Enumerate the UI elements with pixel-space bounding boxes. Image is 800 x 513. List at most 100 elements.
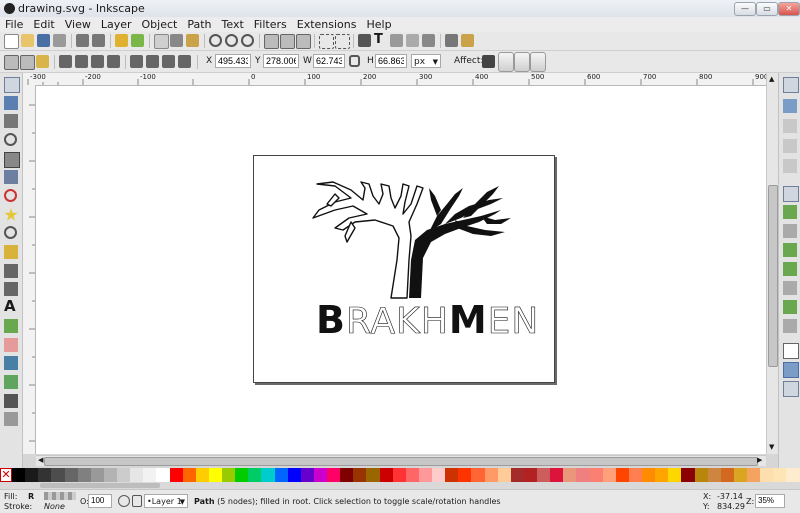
palette-scroll-thumb[interactable]	[40, 483, 160, 488]
paste-icon[interactable]	[186, 34, 199, 47]
color-swatch[interactable]	[720, 468, 734, 482]
fill-indicator[interactable]: R	[28, 492, 34, 502]
color-swatch[interactable]	[628, 468, 642, 482]
color-swatch[interactable]	[550, 468, 564, 482]
snap-cusp-nodes-icon[interactable]	[783, 243, 797, 257]
select-all-icon[interactable]	[4, 55, 19, 70]
color-swatch[interactable]	[222, 468, 236, 482]
color-swatch[interactable]	[143, 468, 157, 482]
scroll-right-icon[interactable]: ▶	[757, 456, 762, 464]
color-swatch[interactable]	[25, 468, 39, 482]
color-swatch[interactable]	[195, 468, 209, 482]
fill-swatch-preview[interactable]	[44, 492, 76, 500]
ellipse-tool-icon[interactable]	[4, 189, 17, 202]
import-icon[interactable]	[76, 34, 89, 47]
deselect-icon[interactable]	[36, 55, 49, 68]
snap-paths-icon[interactable]	[783, 205, 797, 219]
connector-tool-icon[interactable]	[4, 412, 18, 426]
color-swatch[interactable]	[117, 468, 131, 482]
color-swatch[interactable]	[12, 468, 26, 482]
x-field[interactable]	[215, 54, 251, 68]
lock-icon[interactable]	[349, 55, 360, 67]
color-swatch[interactable]	[392, 468, 406, 482]
unit-select[interactable]: px ▼	[411, 54, 441, 68]
color-swatch[interactable]	[642, 468, 656, 482]
text-tool-icon[interactable]: A	[4, 299, 18, 314]
tweak-tool-icon[interactable]	[4, 114, 18, 128]
color-swatch[interactable]	[537, 468, 551, 482]
color-swatch[interactable]	[615, 468, 629, 482]
pen-tool-icon[interactable]	[4, 264, 18, 278]
color-swatch[interactable]	[523, 468, 537, 482]
color-swatch[interactable]	[707, 468, 721, 482]
color-swatch[interactable]	[786, 468, 800, 482]
color-swatch[interactable]	[510, 468, 524, 482]
snap-bbox-icon[interactable]	[783, 99, 797, 113]
pencil-tool-icon[interactable]	[4, 245, 18, 259]
paint-bucket-tool-icon[interactable]	[4, 356, 18, 370]
document-properties-icon[interactable]	[461, 34, 474, 47]
color-swatch[interactable]	[51, 468, 65, 482]
star-tool-icon[interactable]	[4, 208, 18, 221]
layer-lock-icon[interactable]	[132, 495, 142, 507]
zoom-selection-icon[interactable]	[209, 34, 222, 47]
redo-icon[interactable]	[131, 34, 144, 47]
open-folder-icon[interactable]	[21, 34, 34, 47]
move-gradients-button[interactable]	[514, 52, 530, 72]
eye-visibility-icon[interactable]	[118, 495, 130, 507]
xml-editor-icon[interactable]	[406, 34, 419, 47]
color-swatch[interactable]	[760, 468, 774, 482]
color-swatch[interactable]	[418, 468, 432, 482]
snap-bbox-corners-icon[interactable]	[783, 139, 797, 153]
color-swatch[interactable]	[366, 468, 380, 482]
menu-file[interactable]: File	[0, 17, 28, 32]
color-swatch[interactable]	[274, 468, 288, 482]
color-swatch[interactable]	[589, 468, 603, 482]
ungroup-icon[interactable]	[335, 34, 350, 49]
color-swatch[interactable]	[169, 468, 183, 482]
color-swatch[interactable]	[445, 468, 459, 482]
preferences-icon[interactable]	[445, 34, 458, 47]
raise-to-top-icon[interactable]	[130, 55, 143, 68]
color-swatch[interactable]	[77, 468, 91, 482]
zoom-tool-icon[interactable]	[4, 133, 17, 146]
menu-view[interactable]: View	[60, 17, 96, 32]
scroll-up-icon[interactable]: ▲	[769, 75, 774, 83]
dropper-tool-icon[interactable]	[4, 394, 18, 408]
lower-icon[interactable]	[162, 55, 175, 68]
maximize-button[interactable]: ▭	[756, 2, 778, 16]
color-swatch[interactable]	[655, 468, 669, 482]
unlink-clone-icon[interactable]	[296, 34, 311, 49]
color-swatch[interactable]	[497, 468, 511, 482]
move-patterns-button[interactable]	[530, 52, 546, 72]
opacity-field[interactable]	[88, 494, 112, 508]
color-swatch[interactable]	[668, 468, 682, 482]
close-button[interactable]: ✕	[778, 2, 800, 16]
rotate-ccw-icon[interactable]	[59, 55, 72, 68]
save-icon[interactable]	[37, 34, 50, 47]
color-swatch[interactable]	[563, 468, 577, 482]
snap-centers-icon[interactable]	[783, 300, 797, 314]
layers-icon[interactable]	[390, 34, 403, 47]
lower-to-bottom-icon[interactable]	[178, 55, 191, 68]
spiral-tool-icon[interactable]	[4, 226, 17, 239]
color-swatch[interactable]	[694, 468, 708, 482]
align-distribute-icon[interactable]	[422, 34, 435, 47]
scroll-left-icon[interactable]: ◀	[38, 456, 43, 464]
zoom-page-icon[interactable]	[241, 34, 254, 47]
menu-filters[interactable]: Filters	[249, 17, 292, 32]
color-swatch[interactable]	[64, 468, 78, 482]
stroke-indicator[interactable]: None	[44, 502, 65, 512]
palette-scrollbar[interactable]	[0, 482, 800, 489]
horizontal-scroll-thumb[interactable]	[44, 457, 758, 466]
menu-layer[interactable]: Layer	[96, 17, 137, 32]
color-swatch[interactable]	[405, 468, 419, 482]
color-swatch[interactable]	[432, 468, 446, 482]
color-swatch[interactable]	[733, 468, 747, 482]
calligraphy-tool-icon[interactable]	[4, 282, 18, 296]
group-icon[interactable]	[319, 34, 334, 49]
snap-smooth-nodes-icon[interactable]	[783, 262, 797, 276]
cut-icon[interactable]	[170, 34, 183, 47]
zoom-field[interactable]	[755, 494, 785, 508]
snap-bbox-edges-icon[interactable]	[783, 119, 797, 133]
